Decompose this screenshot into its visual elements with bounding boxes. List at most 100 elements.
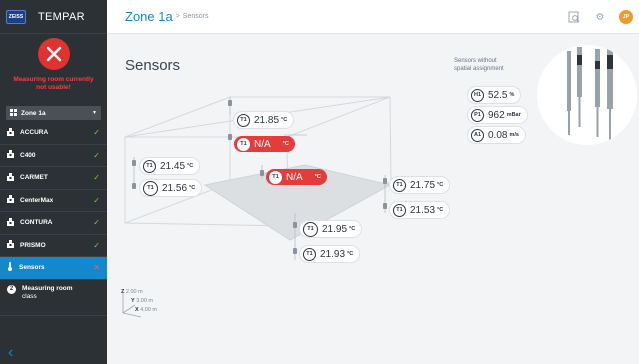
unassigned-sensor-pressure[interactable]: P1 962 mBar — [468, 107, 527, 123]
sensor-pill[interactable]: T1 21.93 °C — [300, 246, 360, 262]
number-badge: 2 — [7, 284, 16, 294]
unassigned-sensor-airflow[interactable]: A1 0.08 m/s — [468, 127, 525, 143]
sensor-value: 21.95 — [322, 223, 348, 235]
error-x-icon — [37, 38, 70, 70]
sensor-pill-error[interactable]: T1 N/A °C — [266, 169, 327, 185]
sidebar-item-carmet[interactable]: CARMET ✓ — [0, 167, 107, 190]
sensor-value: 21.93 — [320, 248, 346, 260]
sensor-unit: m/s — [509, 132, 519, 138]
sensor-pill-error[interactable]: T1 N/A °C — [234, 136, 295, 152]
sensor-unit: °C — [314, 174, 321, 180]
sensor-unit: °C — [189, 185, 196, 191]
sidebar: ZEISS TEMPAR Measuring room currently no… — [0, 0, 107, 364]
breadcrumb-separator: > — [175, 13, 180, 20]
zone-select[interactable]: Zone 1a ▼ — [6, 106, 101, 120]
sensor-value: N/A — [254, 138, 271, 150]
machine-icon — [7, 240, 14, 250]
sensor-unit: mBar — [506, 112, 521, 118]
sensor-tag: T1 — [143, 180, 158, 196]
gear-icon[interactable]: ⚙ — [593, 10, 607, 24]
sensor-tag: T1 — [143, 159, 156, 173]
sensor-value: 21.53 — [410, 204, 436, 216]
sensor-tag: T1 — [269, 170, 282, 184]
caret-down-icon: ▼ — [92, 110, 97, 116]
main-content: Sensors T1 21.85 °C T1 N/A °C T1 21.45 °… — [107, 35, 639, 364]
sensor-unit: °C — [437, 207, 444, 213]
grid-icon — [10, 108, 17, 118]
app-name: TEMPAR — [38, 10, 85, 23]
sidebar-item-label: Sensors — [19, 264, 45, 272]
sidebar-item-accura[interactable]: ACCURA ✓ — [0, 122, 107, 145]
chevron-left-icon[interactable]: ‹ — [8, 344, 13, 362]
error-mark-icon: ✕ — [93, 263, 100, 273]
sensor-unit: % — [509, 92, 515, 98]
check-icon: ✓ — [93, 128, 100, 138]
room-status-alert: Measuring room currently not usable! — [0, 34, 107, 102]
sensor-tag: T1 — [303, 247, 316, 261]
sensor-pill[interactable]: T1 21.45 °C — [140, 158, 200, 174]
sensor-value: 21.85 — [254, 114, 280, 126]
machine-icon — [7, 195, 14, 205]
sensor-unit: °C — [347, 251, 354, 257]
sidebar-item-contura[interactable]: CONTURA ✓ — [0, 212, 107, 235]
breadcrumb-current: Sensors — [182, 13, 209, 20]
sidebar-item-label: CenterMax — [20, 196, 54, 204]
check-icon: ✓ — [93, 173, 100, 183]
sidebar-item-label: CONTURA — [20, 219, 53, 227]
sidebar-item-label: ACCURA — [20, 129, 49, 137]
axes-legend: Z 2.00 m Y 3.00 m X 4.00 m — [121, 289, 158, 313]
sensor-tag: T1 — [303, 221, 318, 237]
sensor-pill[interactable]: T1 21.75 °C — [390, 177, 450, 193]
machine-icon — [7, 217, 14, 228]
sidebar-item-measuring-room-class[interactable]: 2 Measuring room class — [0, 280, 107, 316]
sidebar-item-centermax[interactable]: CenterMax ✓ — [0, 190, 107, 212]
machine-icon — [7, 150, 14, 160]
sensor-probes-image — [537, 45, 637, 145]
breadcrumb-zone[interactable]: Zone 1a — [125, 9, 173, 24]
sidebar-item-label: Measuring room class — [22, 284, 73, 300]
sensor-pill[interactable]: T1 21.85 °C — [234, 112, 294, 128]
sensor-tag: H1 — [471, 88, 484, 102]
report-icon[interactable] — [567, 10, 581, 24]
sensor-unit: °C — [437, 182, 444, 188]
sidebar-item-prismo[interactable]: PRISMO ✓ — [0, 235, 107, 257]
sensor-unit: °C — [281, 117, 288, 123]
sensor-value: 962 — [488, 109, 505, 121]
check-icon: ✓ — [93, 240, 100, 250]
check-icon: ✓ — [93, 150, 100, 160]
sidebar-item-c400[interactable]: C400 ✓ — [0, 145, 107, 167]
sensor-tag: P1 — [471, 108, 484, 122]
machine-icon — [7, 172, 14, 183]
sensor-value: 21.45 — [160, 160, 186, 172]
alert-message: Measuring room currently not usable! — [13, 76, 94, 91]
sensor-pill[interactable]: T1 21.95 °C — [300, 221, 362, 237]
unassigned-sensors-label: Sensors without spatial assignment — [454, 58, 504, 72]
sensor-value: 21.75 — [410, 179, 436, 191]
unassigned-sensor-humidity[interactable]: H1 52.5 % — [468, 87, 521, 103]
sensor-tag: A1 — [471, 128, 484, 142]
sidebar-item-label: C400 — [20, 151, 36, 159]
sensor-pill[interactable]: T1 21.53 °C — [390, 202, 450, 218]
zeiss-logo: ZEISS — [6, 9, 26, 24]
machine-icon — [7, 127, 14, 138]
sensor-value: N/A — [286, 171, 303, 183]
sensor-value: 0.08 — [488, 129, 508, 141]
sensor-tag: T1 — [237, 113, 250, 127]
thermometer-icon — [7, 262, 13, 273]
sensor-unit: °C — [282, 141, 289, 147]
sensor-tag: T1 — [237, 137, 250, 151]
sidebar-item-sensors[interactable]: Sensors ✕ — [0, 257, 107, 280]
avatar[interactable]: JP — [619, 10, 633, 24]
sensor-pill[interactable]: T1 21.56 °C — [140, 180, 202, 196]
zone-select-value: Zone 1a — [21, 109, 46, 117]
top-header: Zone 1a > Sensors ⚙ JP — [107, 0, 639, 34]
check-icon: ✓ — [93, 218, 100, 228]
sensor-unit: °C — [187, 163, 194, 169]
sidebar-item-label: CARMET — [20, 174, 48, 182]
sensor-tag: T1 — [393, 178, 406, 192]
brand-bar: ZEISS TEMPAR — [0, 0, 107, 34]
sensor-value: 21.56 — [162, 182, 188, 194]
sidebar-item-label: PRISMO — [20, 241, 46, 249]
sensor-unit: °C — [349, 226, 356, 232]
sensor-tag: T1 — [393, 203, 406, 217]
